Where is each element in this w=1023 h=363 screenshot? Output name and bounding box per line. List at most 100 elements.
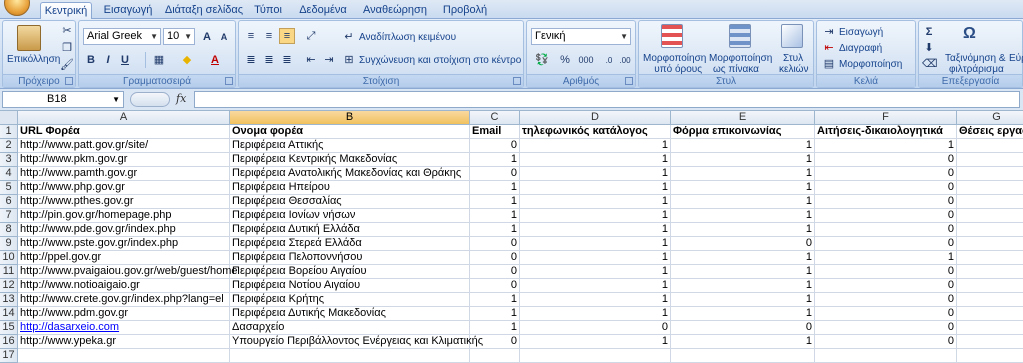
table-cell[interactable]: 0 bbox=[815, 153, 957, 167]
table-cell[interactable]: 0 bbox=[470, 139, 520, 153]
autosum-button[interactable]: Σ bbox=[921, 24, 937, 40]
underline-button[interactable]: U bbox=[117, 52, 133, 68]
cut-icon[interactable]: ✂ bbox=[59, 23, 75, 39]
table-cell[interactable]: 0 bbox=[671, 321, 815, 335]
table-cell[interactable]: 1 bbox=[470, 307, 520, 321]
table-cell[interactable]: 1 bbox=[671, 209, 815, 223]
table-cell[interactable]: 0 bbox=[470, 251, 520, 265]
table-cell[interactable]: http://www.php.gov.gr bbox=[18, 181, 230, 195]
fill-color-icon[interactable]: ◆ bbox=[179, 52, 195, 68]
table-cell[interactable] bbox=[957, 181, 1023, 195]
find-select-button[interactable]: Εύρ bbox=[1009, 53, 1023, 64]
row-header[interactable]: 13 bbox=[0, 293, 18, 307]
header-cell[interactable]: URL Φορέα bbox=[18, 125, 230, 139]
format-painter-icon[interactable]: 🖌 bbox=[59, 57, 75, 73]
table-cell[interactable]: 1 bbox=[470, 181, 520, 195]
column-header-b[interactable]: B bbox=[230, 111, 470, 125]
number-dialog-launcher[interactable] bbox=[625, 77, 633, 85]
table-cell[interactable] bbox=[957, 209, 1023, 223]
table-cell[interactable] bbox=[957, 251, 1023, 265]
table-cell[interactable]: Περιφέρεια Ιονίων νήσων bbox=[230, 209, 470, 223]
table-cell[interactable]: 0 bbox=[815, 237, 957, 251]
orientation-icon[interactable]: ⤢ bbox=[303, 28, 319, 44]
tab-home[interactable]: Κεντρική bbox=[40, 2, 92, 20]
header-cell[interactable]: Ονομα φορέα bbox=[230, 125, 470, 139]
table-cell[interactable]: http://ppel.gov.gr bbox=[18, 251, 230, 265]
currency-icon[interactable]: 💱 bbox=[531, 52, 553, 68]
column-header-d[interactable]: D bbox=[520, 111, 671, 125]
italic-button[interactable]: I bbox=[100, 52, 116, 68]
tab-insert[interactable]: Εισαγωγή bbox=[100, 2, 156, 19]
table-cell[interactable] bbox=[957, 195, 1023, 209]
table-cell[interactable]: 1 bbox=[520, 153, 671, 167]
shrink-font-button[interactable]: A bbox=[216, 29, 232, 45]
table-cell[interactable]: 1 bbox=[470, 195, 520, 209]
table-cell[interactable]: Περιφέρεια Αττικής bbox=[230, 139, 470, 153]
percent-button[interactable]: % bbox=[557, 52, 573, 68]
clear-icon[interactable]: ⌫ bbox=[921, 56, 938, 72]
table-cell[interactable]: 1 bbox=[470, 321, 520, 335]
office-button[interactable] bbox=[4, 0, 30, 16]
table-cell[interactable]: 0 bbox=[815, 321, 957, 335]
row-header[interactable]: 4 bbox=[0, 167, 18, 181]
row-header[interactable]: 6 bbox=[0, 195, 18, 209]
table-cell[interactable]: 1 bbox=[671, 307, 815, 321]
table-cell[interactable]: 1 bbox=[520, 237, 671, 251]
table-cell[interactable]: 1 bbox=[520, 195, 671, 209]
row-header[interactable]: 2 bbox=[0, 139, 18, 153]
row-header[interactable]: 10 bbox=[0, 251, 18, 265]
tab-data[interactable]: Δεδομένα bbox=[296, 2, 350, 19]
table-cell[interactable]: 1 bbox=[470, 293, 520, 307]
table-cell[interactable]: 1 bbox=[671, 279, 815, 293]
tab-view[interactable]: Προβολή bbox=[440, 2, 490, 19]
table-cell[interactable]: 1 bbox=[520, 223, 671, 237]
merge-center-button[interactable]: Συγχώνευση και στοίχιση στο κέντρο bbox=[359, 55, 521, 66]
table-cell[interactable]: 0 bbox=[815, 209, 957, 223]
table-cell[interactable] bbox=[957, 265, 1023, 279]
align-middle-icon[interactable]: ≡ bbox=[261, 28, 277, 44]
header-cell[interactable]: Αιτήσεις-δικαιολογητικά bbox=[815, 125, 957, 139]
table-cell[interactable]: 1 bbox=[671, 265, 815, 279]
decrease-indent-icon[interactable]: ⇤ bbox=[303, 52, 319, 68]
table-cell[interactable] bbox=[520, 349, 671, 363]
row-header[interactable]: 11 bbox=[0, 265, 18, 279]
decrease-decimal-icon[interactable]: .00 bbox=[617, 52, 633, 68]
column-header-c[interactable]: C bbox=[470, 111, 520, 125]
table-cell[interactable] bbox=[957, 139, 1023, 153]
clipboard-dialog-launcher[interactable] bbox=[65, 77, 73, 85]
table-cell[interactable] bbox=[957, 153, 1023, 167]
font-name-combo[interactable]: Arial Greek ▼ bbox=[83, 28, 161, 45]
table-cell[interactable]: http://www.pde.gov.gr/index.php bbox=[18, 223, 230, 237]
tab-page-layout[interactable]: Διάταξη σελίδας bbox=[164, 2, 244, 19]
table-cell[interactable] bbox=[957, 321, 1023, 335]
column-header-e[interactable]: E bbox=[671, 111, 815, 125]
table-cell[interactable]: 1 bbox=[671, 223, 815, 237]
row-header[interactable]: 3 bbox=[0, 153, 18, 167]
table-cell[interactable]: http://pin.gov.gr/homepage.php bbox=[18, 209, 230, 223]
table-cell[interactable]: 1 bbox=[520, 251, 671, 265]
table-cell[interactable]: Περιφέρεια Κεντρικής Μακεδονίας bbox=[230, 153, 470, 167]
table-cell[interactable]: 1 bbox=[520, 167, 671, 181]
table-cell[interactable]: 0 bbox=[470, 279, 520, 293]
wrap-text-button[interactable]: Αναδίπλωση κειμένου bbox=[359, 32, 456, 43]
table-cell[interactable]: Περιφέρεια Δυτική Ελλάδα bbox=[230, 223, 470, 237]
table-cell[interactable] bbox=[957, 349, 1023, 363]
table-cell[interactable]: 0 bbox=[470, 167, 520, 181]
table-cell[interactable]: 0 bbox=[815, 223, 957, 237]
table-cell[interactable]: 1 bbox=[470, 223, 520, 237]
table-cell[interactable]: Περιφέρεια Ηπείρου bbox=[230, 181, 470, 195]
table-cell[interactable]: Περιφέρεια Στερεά Ελλάδα bbox=[230, 237, 470, 251]
table-cell[interactable] bbox=[957, 237, 1023, 251]
insert-function-button[interactable]: fx bbox=[176, 92, 186, 105]
row-header[interactable]: 8 bbox=[0, 223, 18, 237]
table-cell[interactable]: 1 bbox=[520, 209, 671, 223]
table-cell[interactable]: 0 bbox=[815, 167, 957, 181]
conditional-formatting-button[interactable]: Μορφοποίηση υπό όρους bbox=[643, 53, 706, 75]
paste-button[interactable]: Επικόλληση bbox=[7, 54, 60, 65]
borders-icon[interactable]: ▦ bbox=[151, 52, 167, 68]
row-header[interactable]: 7 bbox=[0, 209, 18, 223]
table-cell[interactable]: http://www.crete.gov.gr/index.php?lang=e… bbox=[18, 293, 230, 307]
table-cell[interactable] bbox=[957, 307, 1023, 321]
table-cell[interactable]: 0 bbox=[815, 307, 957, 321]
column-header-f[interactable]: F bbox=[815, 111, 957, 125]
